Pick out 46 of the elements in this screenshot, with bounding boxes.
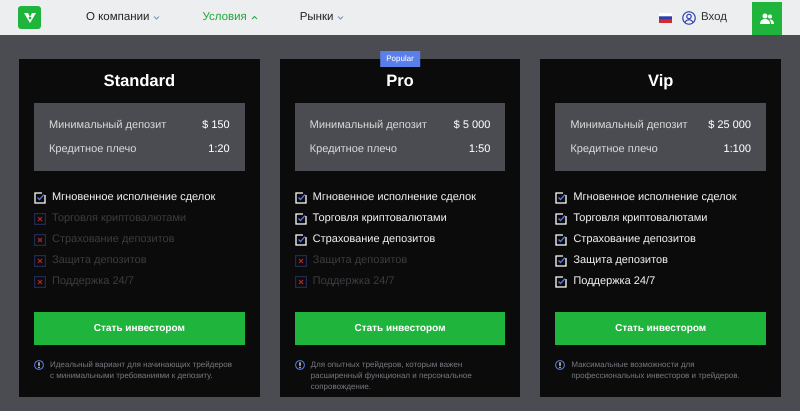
- stat-value: $ 150: [202, 118, 230, 132]
- users-button[interactable]: [752, 2, 782, 35]
- plan-title: Pro: [385, 71, 415, 91]
- stat-value: $ 5 000: [454, 118, 490, 132]
- plan-title: Vip: [646, 71, 674, 91]
- user-icon: [682, 10, 696, 24]
- caret-icon: [337, 15, 344, 20]
- info-icon: [34, 360, 44, 370]
- feature-label: Страхование депозитов: [312, 232, 436, 248]
- stat-label: Минимальный депозит: [310, 118, 427, 132]
- stat-value: $ 25 000: [708, 118, 752, 132]
- info-icon: [555, 360, 566, 370]
- plan-note: Идеальный вариант для начинающих трейдеров с минимальными требованиями к депозиту.: [50, 359, 233, 381]
- stat-label: Минимальный депозит: [570, 118, 688, 132]
- caret-icon: [250, 15, 258, 20]
- stat-value: 1:20: [208, 142, 230, 156]
- stat-label: Кредитное плечо: [49, 142, 136, 156]
- users-icon: [760, 12, 774, 24]
- feature-label: Мгновенное исполнение сделок: [573, 190, 737, 206]
- plan-note: Максимальные возможности для профессиональных инвесторов и трейдеров.: [571, 359, 741, 381]
- feature-label: Мгновенное исполнение сделок: [52, 190, 216, 206]
- logo-icon[interactable]: [18, 6, 41, 29]
- invest-button[interactable]: Стать инвестором: [555, 312, 766, 345]
- login-link[interactable]: Вход: [682, 8, 727, 26]
- invest-button[interactable]: Стать инвестором: [294, 312, 506, 345]
- plan-note: Для опытных трейдеров, которым важен расширенный функционал и персональное сопровождение.: [310, 359, 473, 392]
- feature-label: Поддержка 24/7: [573, 274, 656, 290]
- feature-label: Торговля криптовалютами: [312, 211, 447, 226]
- info-icon: [294, 360, 305, 370]
- feature-label: Защита депозитов: [573, 253, 668, 268]
- stat-value: 1:50: [468, 142, 490, 156]
- stat-label: Минимальный депозит: [49, 118, 166, 132]
- nav-link[interactable]: О компании: [86, 8, 160, 26]
- nav-link[interactable]: Рынки: [300, 8, 344, 26]
- stat-label: Кредитное плечо: [570, 142, 658, 156]
- popular-badge: Popular: [380, 51, 420, 67]
- plan-title: Standard: [102, 71, 176, 91]
- feature-label: Страхование депозитов: [573, 232, 696, 248]
- caret-icon: [153, 15, 160, 20]
- feature-label: Мгновенное исполнение сделок: [312, 190, 476, 206]
- invest-button[interactable]: Стать инвестором: [34, 312, 245, 345]
- flag-icon[interactable]: [658, 12, 672, 22]
- stat-value: 1:100: [723, 142, 752, 156]
- stat-label: Кредитное плечо: [310, 142, 398, 156]
- feature-label: Торговля криптовалютами: [573, 211, 708, 226]
- nav-link[interactable]: Условия: [202, 8, 258, 26]
